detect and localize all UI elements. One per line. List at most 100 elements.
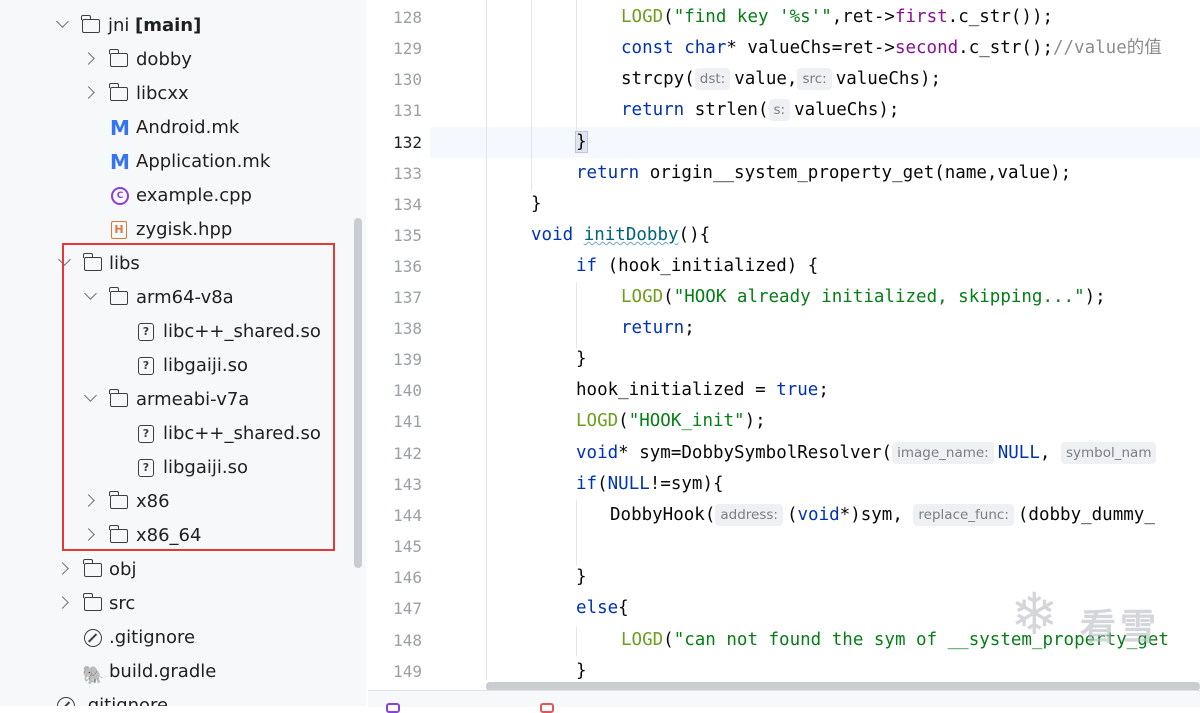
chevron-right-icon[interactable] (82, 86, 95, 99)
chevron-down-icon[interactable] (56, 15, 69, 28)
tree-item-label: jni (108, 15, 130, 36)
code-line-141[interactable]: LOGD("HOOK_init"); (576, 406, 766, 437)
field-token: second (894, 38, 959, 58)
file-tab-icon[interactable] (540, 703, 554, 713)
parameter-hint: s: (768, 99, 791, 121)
line-number: 148 (393, 631, 422, 650)
line-number: 138 (393, 319, 422, 338)
code-token: value, (734, 69, 798, 89)
code-line-130[interactable]: strcpy(dst: value, src: valueChs); (621, 64, 941, 95)
line-number: 143 (393, 475, 422, 494)
tree-item-libcxx[interactable]: libcxx (0, 77, 366, 111)
line-number-active: 132 (393, 133, 422, 152)
code-token: ( (663, 630, 674, 650)
tree-item-zygisk-hpp[interactable]: H zygisk.hpp (0, 213, 366, 247)
code-line-128[interactable]: LOGD("find key '%s'",ret->first.c_str())… (621, 2, 1053, 33)
code-line-139[interactable]: } (576, 344, 587, 375)
gitignore-icon (57, 697, 75, 706)
string-token: "HOOK_init" (628, 411, 745, 431)
code-token: *)sym, (839, 505, 903, 525)
parameter-hint: address: (715, 504, 783, 526)
tree-item-jni[interactable]: jni [main] (0, 9, 366, 43)
code-line-146[interactable]: } (576, 562, 587, 593)
tree-item-example-cpp[interactable]: C example.cpp (0, 179, 366, 213)
indent-guide (576, 0, 577, 130)
code-line-134[interactable]: } (531, 189, 542, 220)
line-number: 139 (393, 350, 422, 369)
file-tab-icon[interactable] (386, 703, 400, 713)
folder-icon (109, 49, 128, 67)
indent-guide (531, 0, 532, 190)
string-token: "HOOK already initialized, skipping..." (673, 287, 1085, 307)
code-line-138[interactable]: return; (621, 313, 695, 344)
chevron-right-icon[interactable] (56, 562, 69, 575)
chevron-right-icon[interactable] (82, 52, 95, 65)
keyword-token: if (576, 256, 598, 276)
line-number: 144 (393, 506, 422, 525)
code-token: strcpy( (621, 69, 695, 89)
tree-item-src[interactable]: src (0, 587, 366, 621)
code-token: ); (1084, 287, 1106, 307)
tree-item-label: obj (109, 559, 137, 580)
tree-item-build-gradle[interactable]: 🐘 build.gradle (0, 655, 366, 689)
tree-item-label: build.gradle (109, 661, 217, 682)
chevron-right-icon[interactable] (56, 596, 69, 609)
module-folder-icon (81, 15, 100, 33)
indent-guide (486, 0, 487, 680)
line-number: 133 (393, 164, 422, 183)
tree-item-dobby[interactable]: dobby (0, 43, 366, 77)
code-token: ( (786, 505, 798, 525)
active-line-highlight (368, 127, 1200, 158)
tree-scrollbar[interactable] (354, 218, 362, 568)
code-token: * sym=DobbySymbolResolver( (618, 443, 893, 463)
code-token: } (576, 567, 587, 587)
keyword-token: void (797, 505, 840, 525)
code-line-143[interactable]: if(NULL!=sym){ (576, 469, 724, 500)
field-token: first (894, 7, 948, 27)
tree-item-obj[interactable]: obj (0, 553, 366, 587)
tree-item-label: .gitignore (109, 627, 196, 648)
comment-token: //value的值 (1052, 38, 1162, 58)
code-token: DobbyHook( (610, 505, 716, 525)
code-line-133[interactable]: return origin__system_property_get(name,… (576, 158, 1071, 189)
code-line-142[interactable]: void* sym=DobbySymbolResolver(image_name… (576, 438, 1160, 469)
line-number: 128 (393, 8, 422, 27)
code-line-129[interactable]: const char* valueChs=ret->second.c_str()… (621, 33, 1162, 64)
code-line-136[interactable]: if (hook_initialized) { (576, 251, 818, 282)
tree-item-label: dobby (136, 49, 192, 70)
code-line-131[interactable]: return strlen(s: valueChs); (621, 95, 899, 126)
line-number: 134 (393, 195, 422, 214)
macro-token: LOGD (621, 630, 664, 650)
folder-icon (83, 593, 102, 611)
code-token: valueChs); (835, 69, 942, 89)
indent-guide (576, 500, 577, 566)
line-number: 147 (393, 599, 422, 618)
code-line-147[interactable]: else{ (576, 593, 629, 624)
tree-item-application-mk[interactable]: M Application.mk (0, 145, 366, 179)
code-line-132[interactable]: } (575, 127, 588, 158)
code-token: ; (818, 380, 829, 400)
snowflake-icon: ❄ (1010, 580, 1059, 648)
line-number: 137 (393, 288, 422, 307)
tree-item-root-gitignore[interactable]: .gitignore (0, 689, 366, 706)
code-line-137[interactable]: LOGD("HOOK already initialized, skipping… (621, 282, 1106, 313)
gitignore-icon (84, 629, 102, 647)
code-token: .c_str()); (947, 7, 1054, 27)
code-token: { (618, 598, 629, 618)
line-number: 145 (393, 537, 422, 556)
code-token: (hook_initialized) { (597, 256, 819, 276)
parameter-hint: dst: (694, 68, 731, 90)
tree-item-label: zygisk.hpp (136, 219, 233, 240)
tree-item-gitignore[interactable]: .gitignore (0, 621, 366, 655)
keyword-token: NULL (607, 474, 650, 494)
keyword-token: void (576, 443, 619, 463)
code-line-144[interactable]: DobbyHook(address: (void*)sym, replace_fu… (610, 500, 1155, 531)
tree-item-label: src (109, 593, 136, 614)
code-line-140[interactable]: hook_initialized = true; (576, 375, 829, 406)
code-token: ( (663, 287, 674, 307)
code-token: } (576, 349, 587, 369)
code-line-135[interactable]: void initDobby(){ (531, 220, 710, 251)
keyword-token: return (576, 163, 640, 183)
tree-item-android-mk[interactable]: M Android.mk (0, 111, 366, 145)
